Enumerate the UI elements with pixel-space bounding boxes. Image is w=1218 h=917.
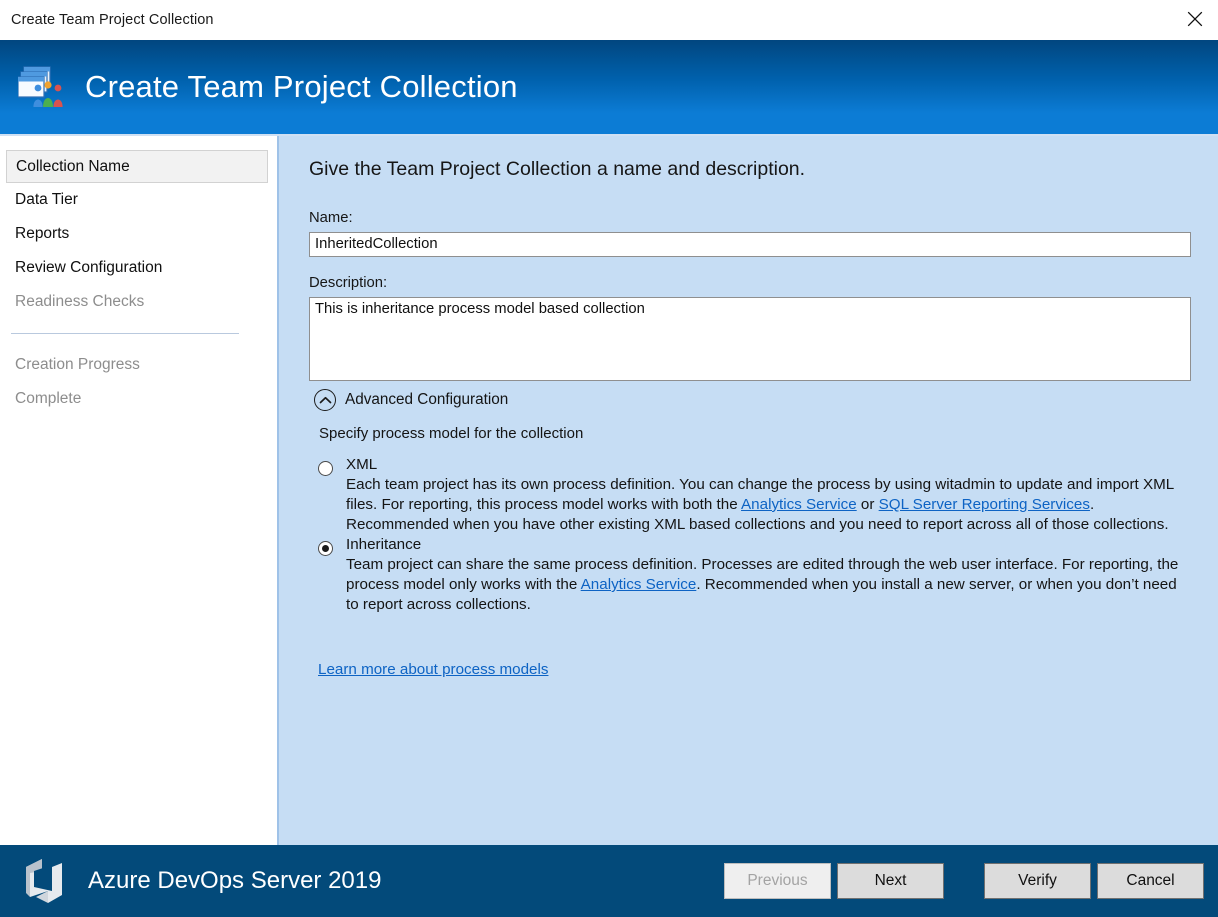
- window-titlebar: Create Team Project Collection: [0, 0, 1218, 40]
- sidebar-item-creation-progress: Creation Progress: [6, 348, 268, 382]
- sidebar-item-reports[interactable]: Reports: [6, 217, 268, 251]
- sidebar-item-label: Review Configuration: [15, 259, 162, 277]
- sidebar-item-review-configuration[interactable]: Review Configuration: [6, 251, 268, 285]
- name-input-value: InheritedCollection: [315, 237, 438, 252]
- sidebar-divider: [11, 333, 239, 334]
- next-button-label: Next: [875, 872, 907, 890]
- cancel-button[interactable]: Cancel: [1097, 863, 1204, 899]
- advanced-configuration-label: Advanced Configuration: [345, 391, 508, 409]
- window-title: Create Team Project Collection: [0, 12, 214, 28]
- radio-inheritance[interactable]: [318, 541, 333, 556]
- radio-xml[interactable]: [318, 461, 333, 476]
- create-team-project-collection-dialog: Create Team Project Collection: [0, 0, 1218, 917]
- analytics-service-link-inheritance[interactable]: Analytics Service: [581, 576, 697, 593]
- previous-button-label: Previous: [747, 872, 807, 890]
- learn-more-about-process-models-link[interactable]: Learn more about process models: [318, 661, 548, 678]
- cancel-button-label: Cancel: [1126, 872, 1174, 890]
- azure-devops-logo-icon: [18, 853, 74, 909]
- close-icon: [1186, 10, 1204, 28]
- next-button[interactable]: Next: [837, 863, 944, 899]
- product-name: Azure DevOps Server 2019: [88, 867, 381, 895]
- previous-button: Previous: [724, 863, 831, 899]
- option-description-xml: Each team project has its own process de…: [346, 475, 1190, 534]
- sql-server-reporting-services-link[interactable]: SQL Server Reporting Services: [879, 496, 1090, 513]
- dialog-body: Collection Name Data Tier Reports Review…: [0, 134, 1218, 845]
- main-panel: Give the Team Project Collection a name …: [279, 136, 1218, 845]
- wizard-step-sidebar: Collection Name Data Tier Reports Review…: [0, 136, 279, 845]
- close-button[interactable]: [1172, 0, 1218, 38]
- banner-title: Create Team Project Collection: [85, 69, 518, 105]
- sidebar-item-label: Data Tier: [15, 191, 78, 209]
- sidebar-item-data-tier[interactable]: Data Tier: [6, 183, 268, 217]
- name-input[interactable]: InheritedCollection: [309, 232, 1191, 257]
- description-input[interactable]: This is inheritance process model based …: [309, 297, 1191, 381]
- sidebar-item-collection-name[interactable]: Collection Name: [6, 150, 268, 183]
- sidebar-item-label: Collection Name: [16, 158, 130, 176]
- sidebar-item-complete: Complete: [6, 382, 268, 416]
- sidebar-item-readiness-checks: Readiness Checks: [6, 285, 268, 319]
- verify-button[interactable]: Verify: [984, 863, 1091, 899]
- option-description-inheritance: Team project can share the same process …: [346, 555, 1190, 614]
- sidebar-item-label: Readiness Checks: [15, 293, 144, 311]
- verify-button-label: Verify: [1018, 872, 1057, 890]
- advanced-configuration-toggle[interactable]: Advanced Configuration: [314, 389, 1190, 411]
- process-model-option-inheritance[interactable]: Inheritance Team project can share the s…: [309, 536, 1190, 614]
- sidebar-item-label: Reports: [15, 225, 69, 243]
- process-model-instruction: Specify process model for the collection: [319, 425, 1190, 442]
- description-label: Description:: [309, 275, 1190, 291]
- wizard-buttons: Previous Next Verify Cancel: [724, 863, 1204, 899]
- xml-desc-part2: or: [857, 496, 879, 513]
- option-label-xml: XML: [346, 456, 1190, 473]
- sidebar-item-label: Creation Progress: [15, 356, 140, 374]
- option-label-inheritance: Inheritance: [346, 536, 1190, 553]
- header-banner: Create Team Project Collection: [0, 40, 1218, 134]
- chevron-up-icon: [314, 389, 336, 411]
- name-label: Name:: [309, 210, 1190, 226]
- sidebar-item-label: Complete: [15, 390, 81, 408]
- analytics-service-link-xml[interactable]: Analytics Service: [741, 496, 857, 513]
- team-project-collection-icon: [18, 64, 68, 110]
- footer-bar: Azure DevOps Server 2019 Previous Next V…: [0, 845, 1218, 917]
- process-model-option-xml[interactable]: XML Each team project has its own proces…: [309, 456, 1190, 534]
- page-title: Give the Team Project Collection a name …: [309, 158, 1190, 181]
- description-input-value: This is inheritance process model based …: [315, 301, 645, 317]
